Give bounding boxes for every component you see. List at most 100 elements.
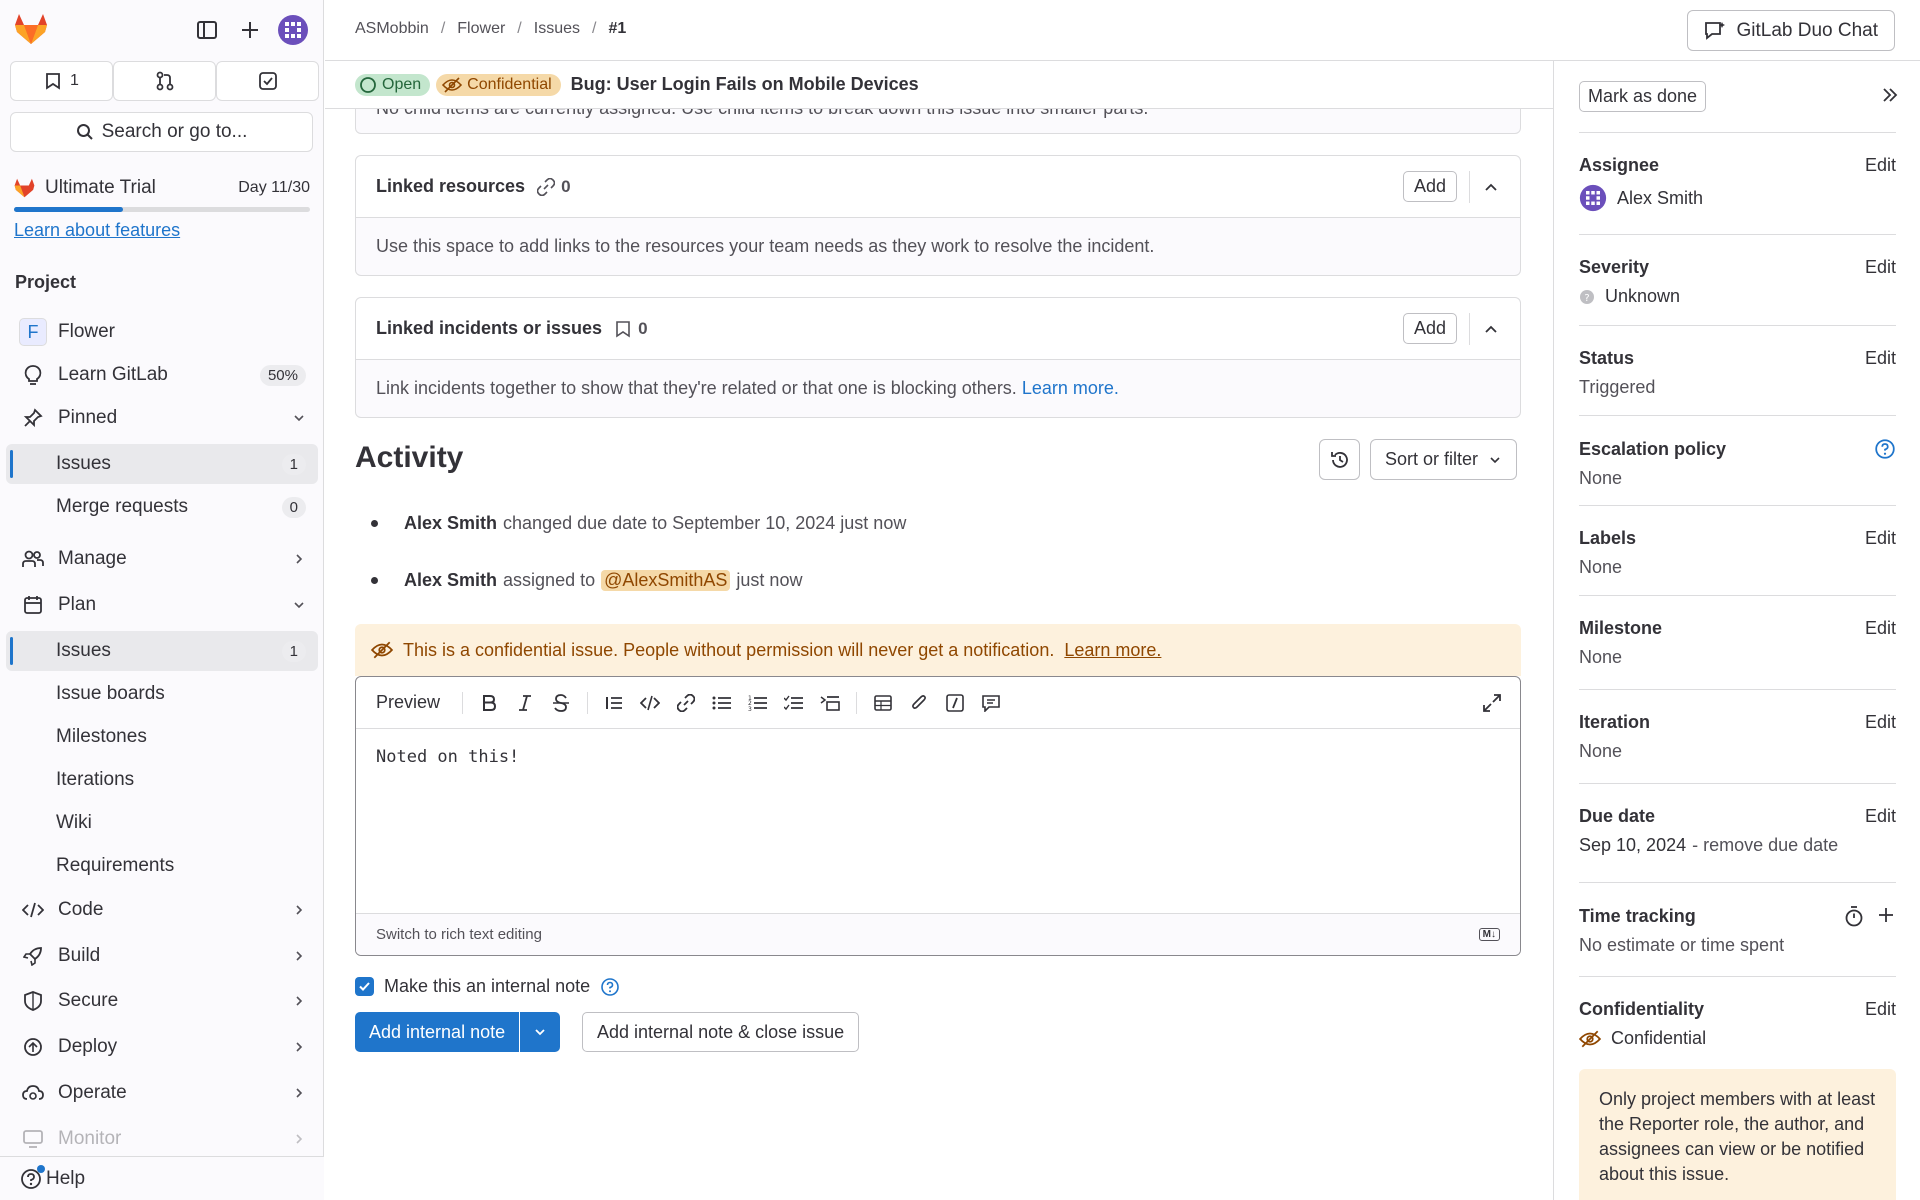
sidebar-item-label: Issues <box>56 453 111 474</box>
activity-author[interactable]: Alex Smith <box>404 513 497 534</box>
bullet-list-icon[interactable] <box>704 685 740 721</box>
assigned-issues-button[interactable]: 1 <box>10 61 113 101</box>
add-resource-button[interactable]: Add <box>1402 171 1457 202</box>
edit-iteration-button[interactable]: Edit <box>1865 712 1896 733</box>
add-note-close-issue-button[interactable]: Add internal note & close issue <box>582 1012 860 1052</box>
sidebar-item-label: Secure <box>58 990 119 1011</box>
duo-chat-button[interactable]: GitLab Duo Chat <box>1687 10 1895 51</box>
merge-request-icon <box>156 71 173 91</box>
italic-icon[interactable] <box>507 685 543 721</box>
add-linked-issue-button[interactable]: Add <box>1402 313 1457 344</box>
search-button[interactable]: Search or go to... <box>10 112 313 152</box>
add-internal-note-button[interactable]: Add internal note <box>355 1012 520 1052</box>
avatar[interactable] <box>1579 184 1607 212</box>
fullscreen-icon[interactable] <box>1474 685 1510 721</box>
sidebar-item-monitor[interactable]: Monitor <box>6 1119 318 1159</box>
sidebar-item-learn-gitlab[interactable]: Learn GitLab 50% <box>6 355 318 395</box>
numbered-list-icon[interactable]: 123 <box>740 685 776 721</box>
learn-features-link[interactable]: Learn about features <box>14 220 180 241</box>
time-tracking-section: Time tracking No estimate or time spent <box>1579 882 1896 956</box>
assignee-name[interactable]: Alex Smith <box>1617 188 1703 209</box>
gitlab-logo-icon[interactable] <box>14 13 48 45</box>
sidebar-item-label: Operate <box>58 1082 127 1103</box>
sidebar-item-deploy[interactable]: Deploy <box>6 1027 318 1067</box>
collapsible-icon[interactable] <box>812 685 848 721</box>
chevron-up-icon[interactable] <box>1482 178 1500 196</box>
stopwatch-icon[interactable] <box>1844 905 1864 927</box>
help-icon[interactable] <box>1874 438 1896 460</box>
internal-note-label[interactable]: Make this an internal note <box>384 976 590 997</box>
sidebar-item-pinned[interactable]: Pinned <box>6 398 318 438</box>
sidebar-item-code[interactable]: Code <box>6 890 318 930</box>
add-time-icon[interactable] <box>1876 905 1896 927</box>
sidebar-item-milestones[interactable]: Milestones <box>6 717 318 757</box>
help-icon[interactable] <box>600 977 620 997</box>
mark-as-done-button[interactable]: Mark as done <box>1579 81 1707 112</box>
warning-learn-more-link[interactable]: Learn more. <box>1064 640 1161 661</box>
sidebar-item-plan-issues[interactable]: Issues 1 <box>6 631 318 671</box>
merge-requests-button[interactable] <box>113 61 216 101</box>
main-content: Open Confidential Bug: User Login Fails … <box>325 61 1553 1200</box>
sidebar-item-pinned-issues[interactable]: Issues 1 <box>6 444 318 484</box>
edit-milestone-button[interactable]: Edit <box>1865 618 1896 639</box>
rich-text-toggle[interactable]: Switch to rich text editing <box>376 926 542 943</box>
bold-icon[interactable] <box>471 685 507 721</box>
comment-textarea[interactable]: Noted on this! <box>356 729 1520 905</box>
edit-confidentiality-button[interactable]: Edit <box>1865 999 1896 1020</box>
comment-template-icon[interactable] <box>973 685 1009 721</box>
user-mention[interactable]: @AlexSmithAS <box>601 570 731 591</box>
breadcrumb-item[interactable]: Issues <box>534 20 580 38</box>
sidebar-item-build[interactable]: Build <box>6 936 318 976</box>
breadcrumb-current[interactable]: #1 <box>608 20 626 38</box>
sidebar-item-requirements[interactable]: Requirements <box>6 846 318 886</box>
sidebar-item-wiki[interactable]: Wiki <box>6 803 318 843</box>
sidebar-item-secure[interactable]: Secure <box>6 981 318 1021</box>
edit-labels-button[interactable]: Edit <box>1865 528 1896 549</box>
todo-button[interactable] <box>216 61 319 101</box>
sidebar-item-pinned-merge-requests[interactable]: Merge requests 0 <box>6 487 318 527</box>
avatar[interactable] <box>277 14 309 46</box>
plus-icon[interactable] <box>239 19 261 41</box>
link-icon[interactable] <box>668 685 704 721</box>
strikethrough-icon[interactable] <box>543 685 579 721</box>
sidebar-item-operate[interactable]: Operate <box>6 1073 318 1113</box>
breadcrumb-item[interactable]: ASMobbin <box>355 20 429 38</box>
linked-incidents-count: 0 <box>638 318 648 338</box>
attachment-icon[interactable] <box>901 685 937 721</box>
count-badge: 1 <box>281 640 306 662</box>
quote-icon[interactable] <box>596 685 632 721</box>
remove-due-date-link[interactable]: - remove due date <box>1692 835 1838 856</box>
edit-status-button[interactable]: Edit <box>1865 348 1896 369</box>
sort-filter-button[interactable]: Sort or filter <box>1370 439 1518 480</box>
learn-more-link[interactable]: Learn more. <box>1022 378 1119 398</box>
pin-icon <box>18 406 48 430</box>
chevron-up-icon[interactable] <box>1482 320 1500 338</box>
sidebar-item-iterations[interactable]: Iterations <box>6 760 318 800</box>
collapse-sidebar-icon[interactable] <box>1880 85 1900 105</box>
sidebar-item-issue-boards[interactable]: Issue boards <box>6 674 318 714</box>
time-tracking-value: No estimate or time spent <box>1579 935 1785 955</box>
edit-assignee-button[interactable]: Edit <box>1865 155 1896 176</box>
internal-note-row: Make this an internal note <box>355 976 620 997</box>
submit-dropdown-toggle[interactable] <box>520 1012 561 1052</box>
issues-icon <box>46 73 60 90</box>
activity-author[interactable]: Alex Smith <box>404 570 497 591</box>
trial-widget[interactable]: Ultimate Trial Day 11/30 <box>14 177 310 199</box>
edit-due-date-button[interactable]: Edit <box>1865 806 1896 827</box>
table-icon[interactable] <box>865 685 901 721</box>
breadcrumb-item[interactable]: Flower <box>457 20 505 38</box>
preview-tab[interactable]: Preview <box>376 692 440 713</box>
sidebar-toggle-icon[interactable] <box>196 19 218 41</box>
history-button[interactable] <box>1319 439 1360 480</box>
edit-severity-button[interactable]: Edit <box>1865 257 1896 278</box>
task-list-icon[interactable] <box>776 685 812 721</box>
sidebar-item-plan[interactable]: Plan <box>6 585 318 625</box>
help-button[interactable]: Help <box>0 1156 324 1200</box>
monitor-icon <box>18 1127 48 1151</box>
quick-action-icon[interactable] <box>937 685 973 721</box>
internal-note-checkbox[interactable] <box>355 977 374 996</box>
sidebar-item-manage[interactable]: Manage <box>6 539 318 579</box>
sidebar-item-flower[interactable]: F Flower <box>6 312 318 352</box>
code-icon[interactable] <box>632 685 668 721</box>
chevron-right-icon <box>292 1040 306 1054</box>
